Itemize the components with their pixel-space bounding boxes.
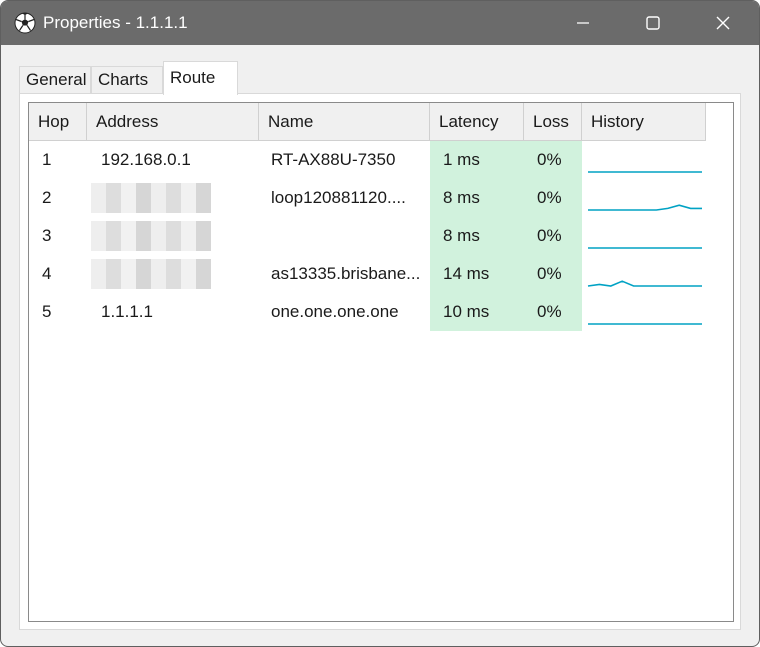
maximize-icon (646, 16, 660, 30)
name-cell: one.one.one.one (271, 302, 399, 321)
tab-label: General (26, 70, 87, 89)
table-row[interactable]: 5 1.1.1.1 one.one.one.one 10 ms 0% (29, 293, 733, 331)
column-header-hop[interactable]: Hop (29, 103, 87, 141)
latency-cell: 8 ms (430, 179, 524, 217)
loss-cell: 0% (524, 255, 582, 293)
latency-cell: 8 ms (430, 217, 524, 255)
tab-general[interactable]: General (19, 66, 91, 94)
history-sparkline (587, 255, 703, 293)
latency-cell: 10 ms (430, 293, 524, 331)
tab-label: Charts (98, 70, 149, 89)
table-row[interactable]: 2 loop120881120.... 8 ms 0% (29, 179, 733, 217)
column-header-history[interactable]: History (582, 103, 706, 141)
redacted-address (91, 221, 211, 251)
history-sparkline (587, 179, 703, 217)
tab-charts[interactable]: Charts (91, 66, 163, 94)
latency-cell: 1 ms (430, 141, 524, 179)
name-cell (271, 217, 427, 255)
hop-cell: 4 (42, 264, 52, 283)
history-sparkline (587, 217, 703, 255)
address-cell: 1.1.1.1 (101, 302, 153, 321)
column-header-name[interactable]: Name (259, 103, 430, 141)
route-list[interactable]: Hop Address Name Latency Loss History 11… (28, 102, 734, 622)
loss-cell: 0% (524, 293, 582, 331)
title-bar[interactable]: Properties - 1.1.1.1 (1, 1, 759, 45)
redacted-address (91, 183, 211, 213)
address-cell: 192.168.0.1 (101, 150, 191, 169)
loss-cell: 0% (524, 141, 582, 179)
table-row[interactable]: 1 192.168.0.1 RT-AX88U-7350 1 ms 0% (29, 141, 733, 179)
redacted-address (91, 259, 211, 289)
table-row[interactable]: 4 as13335.brisbane... 14 ms 0% (29, 255, 733, 293)
close-button[interactable] (689, 1, 757, 45)
history-line (587, 280, 702, 287)
column-header-address[interactable]: Address (87, 103, 259, 141)
hop-cell: 2 (42, 188, 52, 207)
tab-label: Route (170, 68, 216, 87)
maximize-button[interactable] (619, 1, 687, 45)
minimize-icon (577, 22, 589, 24)
history-sparkline (587, 141, 703, 179)
name-cell: as13335.brisbane... (271, 264, 421, 283)
minimize-button[interactable] (549, 1, 617, 45)
tab-route[interactable]: Route (163, 61, 238, 95)
close-icon (716, 16, 730, 30)
hop-cell: 1 (42, 150, 52, 169)
route-panel: Hop Address Name Latency Loss History 11… (19, 93, 741, 630)
loss-cell: 0% (524, 179, 582, 217)
column-header-row: Hop Address Name Latency Loss History (29, 103, 733, 141)
history-line (588, 204, 702, 211)
name-cell: RT-AX88U-7350 (271, 150, 396, 169)
loss-cell: 0% (524, 217, 582, 255)
table-row[interactable]: 3 8 ms 0% (29, 217, 733, 255)
hop-cell: 3 (42, 226, 52, 245)
latency-cell: 14 ms (430, 255, 524, 293)
window-title: Properties - 1.1.1.1 (43, 13, 188, 32)
properties-window: Properties - 1.1.1.1 General Charts Rout… (0, 0, 760, 647)
history-sparkline (587, 293, 703, 331)
hop-cell: 5 (42, 302, 52, 321)
name-cell: loop120881120.... (271, 188, 406, 207)
column-header-latency[interactable]: Latency (430, 103, 524, 141)
soccer-ball-icon (14, 12, 36, 34)
column-header-loss[interactable]: Loss (524, 103, 582, 141)
